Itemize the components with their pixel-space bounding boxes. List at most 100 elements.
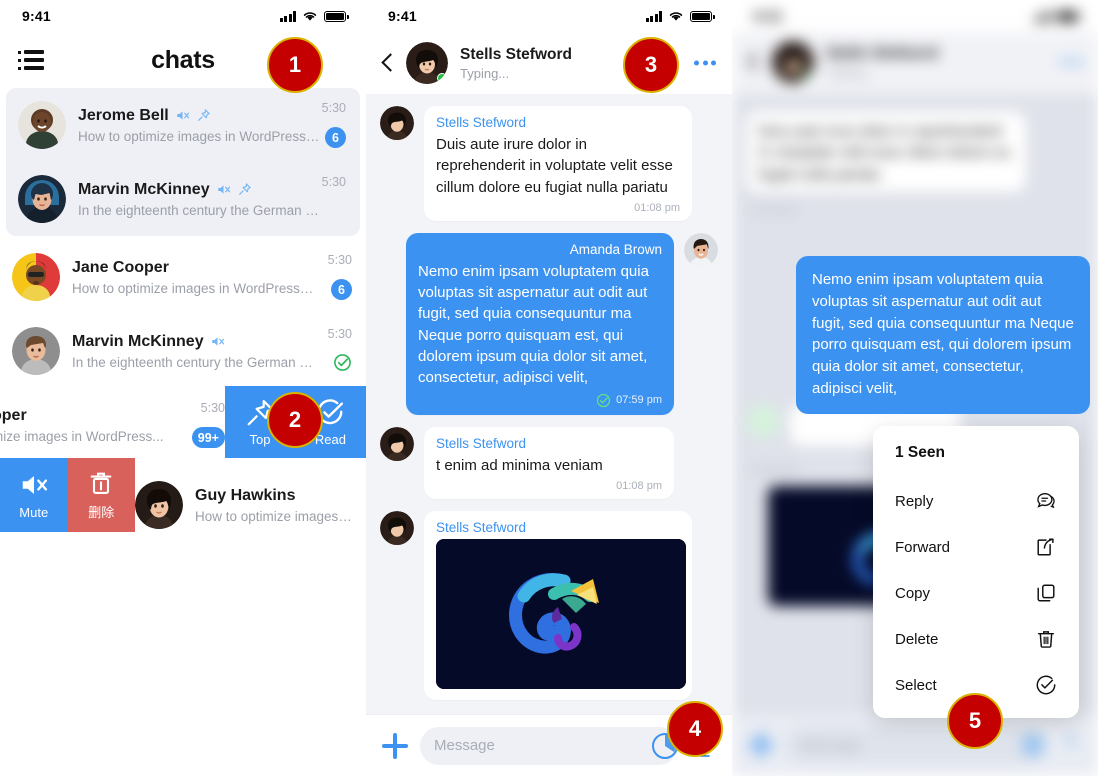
avatar xyxy=(380,106,414,140)
blurred-header-row: Stells Stefword Typing... xyxy=(732,32,1098,92)
avatar xyxy=(135,481,183,529)
add-attachment-icon[interactable] xyxy=(382,732,408,759)
chat-list-item[interactable]: Marvin McKinney In the eighteenth centur… xyxy=(0,314,366,388)
context-menu-item-label: Forward xyxy=(895,538,951,556)
context-menu-item-copy[interactable]: Copy xyxy=(873,570,1079,616)
chat-item-title-row: Marvin McKinney xyxy=(78,181,346,199)
chat-item-name: Jerome Bell xyxy=(78,106,169,124)
message-input-bar: Message xyxy=(732,714,1098,776)
context-menu-item-delete[interactable]: Delete xyxy=(873,616,1079,662)
chat-list-panel: 9:41 chats Jerome Bell How to optimize i… xyxy=(0,0,366,776)
chat-item-meta: 5:30 6 xyxy=(322,101,346,148)
message-bubble-outgoing[interactable]: Amanda Brown Nemo enim ipsam voluptatem … xyxy=(406,232,674,415)
chat-item-content: Jerome Bell How to optimize images in Wo… xyxy=(78,107,346,144)
chat-item-name: Marvin McKinney xyxy=(72,332,204,350)
conversation-header-text: Stells Stefword Typing... xyxy=(460,46,572,81)
chat-item-name: Jane Cooper xyxy=(72,258,169,276)
chat-item-title-row: Jane Cooper xyxy=(72,259,352,277)
message-sender: Stells Stefword xyxy=(436,519,527,535)
pinned-chats-group: Jerome Bell How to optimize images in Wo… xyxy=(6,88,360,236)
contact-status: Typing... xyxy=(460,65,510,81)
more-options-icon xyxy=(1060,59,1082,65)
context-menu-item-reply[interactable]: Reply xyxy=(873,478,1079,524)
mute-icon xyxy=(22,476,47,494)
message-text: t enim ad minima veniam xyxy=(436,456,603,474)
chat-list-item[interactable]: Jerome Bell How to optimize images in Wo… xyxy=(6,88,360,162)
message-input: Message xyxy=(786,726,1046,764)
message-bubble-incoming[interactable]: Stells Stefword t enim ad minima veniam … xyxy=(424,426,674,499)
chat-item-meta: 5:30 6 xyxy=(328,253,352,300)
wifi-icon xyxy=(669,12,683,21)
status-bar-time: 9:41 xyxy=(22,8,51,24)
battery-full-icon xyxy=(1056,10,1081,22)
status-bar-icons xyxy=(1033,10,1081,22)
message-row: Stells Stefword t enim ad minima veniam … xyxy=(380,426,718,499)
avatar xyxy=(746,403,780,438)
swipe-action-mute[interactable]: Mute xyxy=(0,458,68,532)
message-row: Duis aute irure dolor in reprehenderit i… xyxy=(732,94,1098,192)
chat-item-preview: How to optimize images in WordPress for.… xyxy=(78,128,323,144)
message-text: Nemo enim ipsam voluptatem quia voluptas… xyxy=(418,262,649,387)
message-meta: 01:08 pm xyxy=(436,202,680,214)
message-text: Duis aute irure dolor in reprehenderit i… xyxy=(436,136,673,196)
message-input[interactable]: Message xyxy=(420,726,678,765)
chat-item-meta: 5:30 xyxy=(328,327,352,377)
status-bar: 9:41 xyxy=(366,0,732,32)
message-bubble-image[interactable]: Stells Stefword xyxy=(424,510,692,700)
status-bar-icons xyxy=(279,10,349,22)
add-attachment-icon xyxy=(748,732,774,758)
chat-item-title-row: Marvin McKinney xyxy=(72,333,352,351)
message-sender: Amanda Brown xyxy=(569,241,662,257)
screenshot-root: 9:41 chats Jerome Bell How to optimize i… xyxy=(0,0,1098,776)
swipe-action-delete[interactable]: 删除 xyxy=(67,458,135,532)
chat-list-item[interactable]: Marvin McKinney In the eighteenth centur… xyxy=(6,162,360,236)
chat-item-meta: 5:30 xyxy=(322,175,346,189)
mute-icon xyxy=(217,185,230,194)
chat-item-content: Marvin McKinney In the eighteenth centur… xyxy=(78,181,346,218)
online-status-dot xyxy=(803,72,813,82)
list-menu-icon[interactable] xyxy=(18,50,44,70)
back-chevron-icon[interactable] xyxy=(382,53,394,73)
avatar xyxy=(772,41,814,83)
unread-badge: 6 xyxy=(325,127,346,148)
avatar[interactable] xyxy=(406,42,448,84)
conversation-panel: 9:41 Stells Stefword Typing... Stells St… xyxy=(366,0,732,776)
chat-item-preview: How to optimize images in WordPress for.… xyxy=(72,280,317,296)
context-menu-item-label: Select xyxy=(895,676,937,694)
chat-list-item[interactable]: Jane Cooper How to optimize images in Wo… xyxy=(0,240,366,314)
chameleon-logo-image[interactable] xyxy=(436,538,686,689)
context-menu-item-label: Delete xyxy=(895,630,939,648)
more-options-icon[interactable] xyxy=(694,60,716,66)
highlighted-message-bubble[interactable]: Nemo enim ipsam voluptatem quia voluptas… xyxy=(796,256,1090,414)
reply-icon xyxy=(1037,492,1055,509)
chat-item-preview: How to optimize images in W xyxy=(195,508,352,524)
chat-item-time: 5:30 xyxy=(327,327,352,341)
trash-icon xyxy=(1037,631,1055,648)
battery-full-icon xyxy=(690,10,715,22)
emoji-icon xyxy=(1021,733,1045,757)
read-check-icon xyxy=(334,354,351,371)
message-time: 01:08 pm xyxy=(616,479,662,492)
context-menu-title: 1 Seen xyxy=(895,444,945,461)
message-context-menu: 1 Seen Reply Forward Copy Delete Select xyxy=(873,426,1079,718)
cellular-bars-icon xyxy=(1033,10,1050,22)
chat-item-title-row: Guy Hawkins xyxy=(195,487,352,505)
chat-item-time: 5:30 xyxy=(200,401,225,415)
chat-item-preview: In the eighteenth century the German phi… xyxy=(72,354,317,370)
avatar xyxy=(12,327,60,375)
status-bar: 9:41 xyxy=(732,0,1098,32)
blurred-header-text: Stells Stefword Typing... xyxy=(826,45,938,80)
context-menu-item-label: Reply xyxy=(895,492,934,510)
context-menu-item-forward[interactable]: Forward xyxy=(873,524,1079,570)
chat-item-time: 5:30 xyxy=(321,175,346,189)
pin-icon xyxy=(238,183,251,195)
unread-badge: 99+ xyxy=(191,427,225,448)
microphone-icon xyxy=(1067,735,1075,746)
swipe-action-top-label: Top xyxy=(249,431,271,447)
swipe-action-mute-label: Mute xyxy=(19,505,49,520)
message-meta: 01:08 pm xyxy=(436,480,662,492)
blurred-conversation-header: 9:41 Stells Stefword Typing... xyxy=(732,0,1098,94)
message-list: Stells Stefword Duis aute irure dolor in… xyxy=(366,94,732,746)
message-bubble-incoming[interactable]: Stells Stefword Duis aute irure dolor in… xyxy=(424,106,692,221)
step-marker-4: 4 xyxy=(667,701,723,757)
